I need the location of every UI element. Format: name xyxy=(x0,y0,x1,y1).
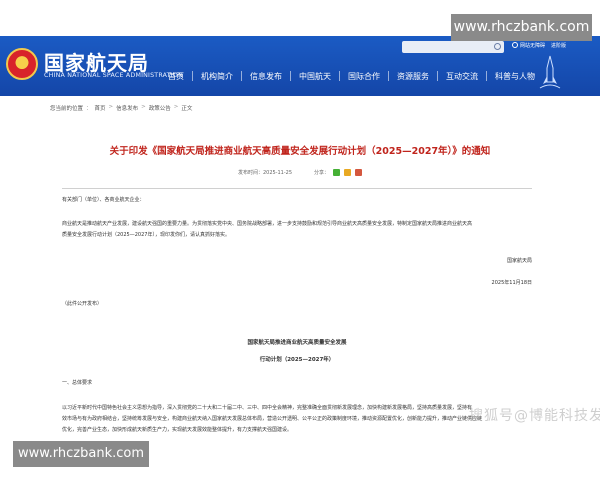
qq-share-icon[interactable] xyxy=(355,169,363,176)
nav-item-news[interactable]: 信息发布 xyxy=(242,71,290,82)
national-emblem-icon: ★ xyxy=(6,48,38,80)
site-header: ★ 国家航天局 CHINA NATIONAL SPACE ADMINISTRAT… xyxy=(0,36,600,96)
rocket-logo-icon xyxy=(539,55,561,89)
globe-icon xyxy=(512,42,518,48)
body-paragraph: 优化，完善产业生态，加快形成航天新质生产力，实现航天发展效能整体提升，有力支撑航… xyxy=(62,427,293,433)
nav-item-international[interactable]: 国际合作 xyxy=(340,71,388,82)
breadcrumb-news[interactable]: 信息发布 xyxy=(116,104,138,112)
weibo-share-icon[interactable] xyxy=(344,169,352,176)
section-heading: 一、总体要求 xyxy=(62,380,93,386)
breadcrumb-home[interactable]: 首页 xyxy=(95,104,106,112)
breadcrumb-current: 正文 xyxy=(181,106,193,112)
body-paragraph: 效市场与有为政府相结合，坚持统筹发展与安全，构建商业航天纳入国家航天发展总体布局… xyxy=(62,416,483,422)
nav-item-interaction[interactable]: 互动交流 xyxy=(438,71,486,82)
document-subtitle: 行动计划（2025—2027年） xyxy=(259,357,335,363)
watermark-top: www.rhczbank.com xyxy=(451,14,592,41)
signature-date: 2025年11月18日 xyxy=(491,280,532,286)
breadcrumb: 您当前的位置： 首页 > 信息发布 > 政策公告 > 正文 xyxy=(50,104,193,112)
watermark-bottom: www.rhczbank.com xyxy=(13,441,149,467)
main-nav: 首页 机构简介 信息发布 中国航天 国际合作 资源服务 互动交流 科普与人物 xyxy=(160,66,543,86)
breadcrumb-label: 您当前的位置 xyxy=(50,106,84,112)
nav-item-resources[interactable]: 资源服务 xyxy=(389,71,437,82)
article-meta: 发布时间：2025-11-25 分享： xyxy=(0,169,600,176)
nav-item-home[interactable]: 首页 xyxy=(160,71,192,82)
nav-item-science[interactable]: 科普与人物 xyxy=(487,71,543,82)
breadcrumb-policy[interactable]: 政策公告 xyxy=(149,104,171,112)
salutation: 有关部门（单位）、各商业航天企业： xyxy=(62,197,145,203)
document-title: 国家航天局推进商业航天高质量安全发展 xyxy=(247,340,347,346)
body-paragraph: 以习近平新时代中国特色社会主义思想为指导，深入贯彻党的二十大和二十届二中、三中、… xyxy=(62,405,473,411)
publish-date: 发布时间：2025-11-25 xyxy=(237,170,293,176)
body-paragraph: 商业航天是推动航天产业发展，建设航天强国的重要力量。为贯彻落实党中央、国务院战略… xyxy=(62,221,473,227)
top-links: 网站无障碍 进阶版 xyxy=(512,42,566,49)
advanced-version-link[interactable]: 进阶版 xyxy=(551,42,566,49)
share-label: 分享： xyxy=(314,170,330,176)
body-paragraph: 质量安全发展行动计划（2025—2027年），现印发你们，请认真抓好落实。 xyxy=(62,232,230,238)
content-divider xyxy=(62,188,532,189)
search-input[interactable] xyxy=(402,41,504,53)
search-icon[interactable] xyxy=(494,43,501,50)
watermark-faint: 搜狐号@博能科技发展 xyxy=(469,408,600,424)
accessibility-link[interactable]: 网站无障碍 xyxy=(512,42,545,49)
disclosure-note: （此件公开发布） xyxy=(62,301,103,307)
nav-item-china-space[interactable]: 中国航天 xyxy=(291,71,339,82)
nav-item-about[interactable]: 机构简介 xyxy=(193,71,241,82)
signature: 国家航天局 xyxy=(506,258,532,264)
wechat-share-icon[interactable] xyxy=(333,169,341,176)
article-title: 关于印发《国家航天局推进商业航天高质量安全发展行动计划（2025—2027年）》… xyxy=(109,146,491,157)
